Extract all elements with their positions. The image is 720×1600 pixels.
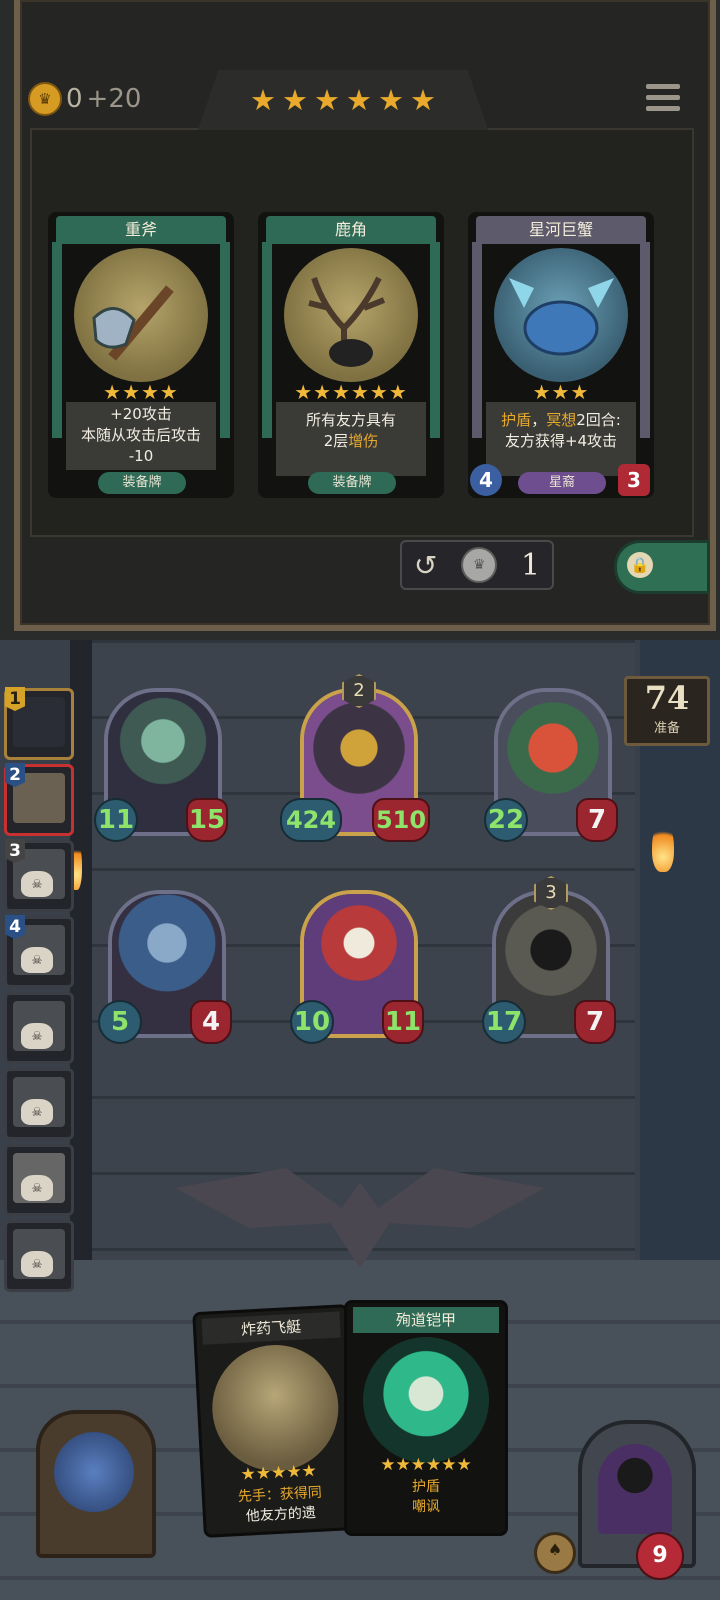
card-title: 殉道铠甲 xyxy=(353,1307,499,1333)
roster-player[interactable]: ☠ xyxy=(4,1220,74,1292)
skull-icon: ☠ xyxy=(21,947,53,973)
hand-card-martyr-armor[interactable]: 殉道铠甲 ★★★★★★ 护盾 嘲讽 xyxy=(344,1300,508,1536)
gold-income: +20 xyxy=(86,84,142,114)
opponent-hero-portrait[interactable] xyxy=(36,1410,156,1558)
refresh-icon[interactable]: ↺ xyxy=(414,549,437,582)
card-stars: ★★★ xyxy=(532,380,590,404)
armor-art xyxy=(363,1337,489,1463)
card-description: 护盾 嘲讽 xyxy=(412,1479,440,1515)
rank-badge: 1 xyxy=(5,687,25,711)
minion-attack: 10 xyxy=(290,1000,334,1044)
star-icon: ★ xyxy=(282,82,308,117)
minion-red-devil[interactable]: 22 7 xyxy=(484,688,618,842)
hand-card-dynamite-airship[interactable]: 炸药飞艇 ★★★★★ 先手：获得同 他友方的遗 xyxy=(192,1304,360,1538)
card-stars: ★★★★★★ xyxy=(294,380,408,404)
roster-player[interactable]: 1 xyxy=(4,687,74,760)
rank-badge: 4 xyxy=(5,915,25,939)
star-icon: ★ xyxy=(250,82,276,117)
silver-coin-icon: ♛ xyxy=(461,547,498,583)
shop-card-star-crab[interactable]: 星河巨蟹 ★★★ 护盾，冥想2回合: 友方获得+4攻击 4 星裔 3 xyxy=(468,212,654,498)
card-description: 所有友方具有 2层增伤 xyxy=(276,402,426,476)
menu-icon[interactable] xyxy=(646,84,680,118)
minion-health: 7 xyxy=(574,1000,616,1044)
skull-icon: ☠ xyxy=(21,1175,53,1201)
minion-health: 4 xyxy=(190,1000,232,1044)
rank-badge: 3 xyxy=(5,839,25,863)
card-title: 星河巨蟹 xyxy=(476,216,646,244)
card-type-label: 装备牌 xyxy=(308,472,396,494)
minion-attack: 22 xyxy=(484,798,528,842)
minion-health: 510 xyxy=(372,798,430,842)
card-description: +20攻击 本随从攻击后攻击 -10 xyxy=(66,402,216,470)
card-title: 炸药飞艇 xyxy=(201,1311,341,1345)
minion-attack: 17 xyxy=(482,1000,526,1044)
hero-power-icon[interactable]: ♠ xyxy=(534,1532,576,1574)
roster-player[interactable]: ☠ xyxy=(4,992,74,1064)
gold-counter: ♛ 0 +20 xyxy=(28,82,141,116)
prep-count: 74 xyxy=(644,679,690,717)
card-health: 3 xyxy=(618,464,650,496)
refresh-bar[interactable]: ↺ ♛ 1 xyxy=(400,540,554,590)
minion-jester[interactable]: 10 11 xyxy=(290,890,424,1044)
refresh-cost: 1 xyxy=(521,547,541,583)
minion-attack: 11 xyxy=(94,798,138,842)
star-icon: ★ xyxy=(314,82,340,117)
prep-label: 准备 xyxy=(653,721,680,736)
star-icon: ★ xyxy=(410,82,436,117)
shop-panel: ♛ 0 +20 ★ ★ ★ ★ ★ ★ 重斧 ★★★★ +20攻击 本随从攻击后… xyxy=(0,0,720,640)
axe-art xyxy=(74,248,208,382)
roster-player[interactable]: ☠ 3 xyxy=(4,839,74,912)
card-title: 鹿角 xyxy=(266,216,436,244)
lock-icon: 🔒 xyxy=(627,552,653,578)
crab-art xyxy=(494,248,628,382)
crown-coin-icon: ♛ xyxy=(28,82,62,116)
gold-current: 0 xyxy=(66,84,83,114)
preparation-timer: 74 准备 xyxy=(624,676,710,746)
roster-player[interactable]: ☠ xyxy=(4,1068,74,1140)
card-type-label: 星裔 xyxy=(518,472,606,494)
minion-siren-elf[interactable]: 5 4 xyxy=(98,890,232,1044)
roster-player[interactable]: ☠ xyxy=(4,1144,74,1216)
minion-golden-knight[interactable]: 2 424 510 xyxy=(280,674,430,842)
minion-health: 15 xyxy=(186,798,228,842)
shop-tier-stars: ★ ★ ★ ★ ★ ★ xyxy=(198,70,488,130)
minion-attack: 424 xyxy=(280,798,342,842)
card-stars: ★★★★ xyxy=(103,380,179,404)
card-description: 护盾，冥想2回合: 友方获得+4攻击 xyxy=(486,402,636,476)
lock-shop-button[interactable]: 🔒 xyxy=(614,540,710,594)
antlers-art xyxy=(284,248,418,382)
airship-art xyxy=(209,1341,342,1475)
skull-icon: ☠ xyxy=(21,1251,53,1277)
card-description: 先手：获得同 他友方的遗 xyxy=(237,1484,323,1525)
card-attack: 4 xyxy=(470,464,502,496)
roster-player[interactable]: 2 xyxy=(4,763,74,836)
card-stars: ★★★★★★ xyxy=(380,1455,472,1475)
minion-attack: 5 xyxy=(98,1000,142,1044)
minion-health: 7 xyxy=(576,798,618,842)
torch-icon xyxy=(652,822,674,872)
minion-demon-elf[interactable]: 11 15 xyxy=(94,688,228,842)
shop-card-antlers[interactable]: 鹿角 ★★★★★★ 所有友方具有 2层增伤 装备牌 xyxy=(258,212,444,498)
star-icon: ★ xyxy=(378,82,404,117)
skull-icon: ☠ xyxy=(21,1099,53,1125)
rank-badge: 2 xyxy=(5,763,25,787)
card-type-label: 装备牌 xyxy=(98,472,186,494)
minion-health: 11 xyxy=(382,1000,424,1044)
skull-icon: ☠ xyxy=(21,1023,53,1049)
shop-card-heavy-axe[interactable]: 重斧 ★★★★ +20攻击 本随从攻击后攻击 -10 装备牌 xyxy=(48,212,234,498)
hero-health: 9 xyxy=(636,1532,684,1580)
card-title: 重斧 xyxy=(56,216,226,244)
star-icon: ★ xyxy=(346,82,372,117)
minion-dark-knight[interactable]: 3 17 7 xyxy=(482,876,616,1044)
skull-icon: ☠ xyxy=(21,871,53,897)
roster-player[interactable]: ☠ 4 xyxy=(4,915,74,988)
